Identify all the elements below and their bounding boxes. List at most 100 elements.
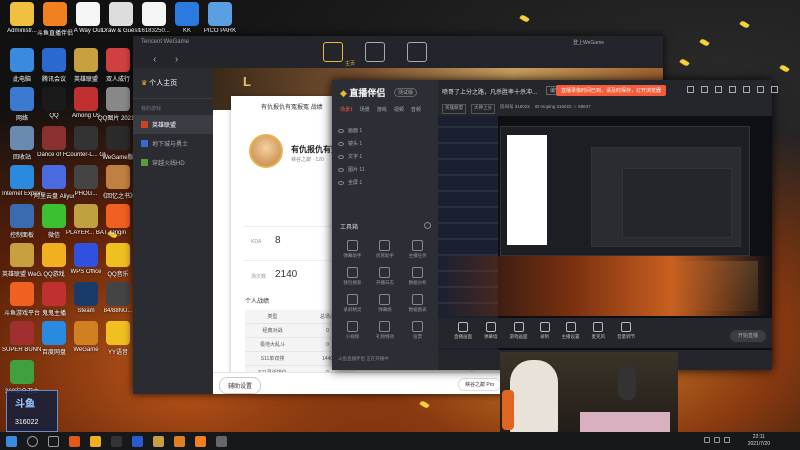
search-icon[interactable]: [27, 435, 38, 447]
ime-icon[interactable]: [724, 437, 730, 443]
forward-arrow-icon[interactable]: ›: [175, 54, 178, 65]
desktop-icon[interactable]: WeGame版: [98, 126, 138, 161]
tool-button[interactable]: 开播日志: [369, 267, 402, 286]
message-icon[interactable]: [715, 86, 722, 93]
tool-button[interactable]: 数据分析: [401, 267, 434, 286]
tab-scene[interactable]: 场景: [360, 106, 370, 113]
eye-icon[interactable]: [338, 154, 344, 159]
douyu-taskbar-icon[interactable]: [195, 435, 206, 447]
category-tag[interactable]: 英雄联盟: [442, 104, 466, 114]
volume-icon[interactable]: [714, 437, 720, 443]
desktop-icon[interactable]: PICO PARK: [200, 2, 240, 34]
eye-icon[interactable]: [338, 180, 344, 185]
desktop-icon[interactable]: YY语音: [98, 321, 138, 356]
tool-button[interactable]: 房管助手: [369, 240, 402, 259]
lol-taskbar-icon[interactable]: [153, 435, 164, 447]
tool-button[interactable]: 小视频: [336, 321, 369, 340]
share-icon[interactable]: [687, 86, 694, 93]
app-icon: [43, 2, 67, 26]
subcategory-tag[interactable]: 大神上分: [471, 104, 495, 114]
wegame-taskbar-icon[interactable]: [174, 435, 185, 447]
scene-item[interactable]: 图片 11: [338, 163, 432, 176]
tool-button[interactable]: 弹幕助手: [336, 240, 369, 259]
desktop-icon-label: QQ图片 20210523...: [98, 116, 138, 122]
tool-icon: [412, 267, 424, 278]
login-label[interactable]: 登上WeGame: [573, 39, 604, 46]
close-icon[interactable]: [771, 86, 778, 93]
scene-item[interactable]: 画面 1: [338, 124, 432, 137]
tool-button[interactable]: 录屏精灵: [336, 294, 369, 313]
desktop-icon[interactable]: Origin: [98, 204, 138, 236]
tool-button[interactable]: 弹幕姬: [369, 294, 402, 313]
notice-banner[interactable]: 直播录像时间已到，请及时保存，打开浏览器: [556, 85, 667, 96]
tab-game[interactable]: 游戏: [377, 106, 387, 113]
eye-icon[interactable]: [338, 128, 344, 133]
desktop-icon[interactable]: QQ音乐: [98, 243, 138, 278]
control-button[interactable]: 麦克风: [592, 322, 605, 344]
control-button[interactable]: 弹幕墙: [484, 322, 498, 344]
eye-icon[interactable]: [338, 141, 344, 146]
desktop-icon[interactable]: QQ图片 20210523...: [98, 87, 138, 122]
douyu-logo: 斗鱼: [15, 399, 35, 410]
desktop-icon[interactable]: 84/88NU...: [98, 282, 138, 314]
sidebar-header[interactable]: ♛ 个人主页: [133, 68, 213, 99]
windows-start-icon[interactable]: [6, 435, 17, 447]
assist-settings-button[interactable]: 辅助设置: [219, 377, 262, 394]
control-button[interactable]: 录制: [539, 322, 550, 344]
leaf-decoration: [699, 37, 710, 48]
room-number: 房间号 316022: [500, 104, 530, 109]
tool-button[interactable]: 投票: [401, 321, 434, 340]
control-button[interactable]: 音量调节: [617, 322, 635, 344]
minimize-icon[interactable]: [743, 86, 750, 93]
scene-tabs: 场景1 场景 游戏 视频 音频: [340, 106, 421, 113]
control-button[interactable]: 主播设置: [562, 322, 580, 344]
task-view-icon[interactable]: [48, 435, 59, 447]
desktop-icon[interactable]: 《回忆之书》: [98, 165, 138, 200]
tab-audio[interactable]: 音频: [411, 106, 421, 113]
taskbar: 22:11 2021/7/20: [0, 432, 800, 450]
scene-item[interactable]: 全屏 1: [338, 176, 432, 189]
sidebar-item-dnf[interactable]: 地下城与勇士: [133, 134, 213, 153]
kk-taskbar-icon[interactable]: [132, 435, 143, 447]
control-button[interactable]: 游戏画面: [510, 322, 528, 344]
tool-button[interactable]: 礼物特效: [369, 321, 402, 340]
app-icon: [106, 165, 130, 189]
tool-button[interactable]: 钱包搜索: [336, 267, 369, 286]
edge-icon[interactable]: [69, 435, 80, 447]
eye-icon[interactable]: [338, 167, 344, 172]
app-icon: [142, 2, 166, 26]
settings-icon[interactable]: [424, 222, 431, 229]
tool-label: 房管助手: [375, 253, 394, 258]
home-icon[interactable]: [323, 42, 343, 62]
app-icon: [10, 126, 34, 150]
clock[interactable]: 22:11 2021/7/20: [748, 434, 770, 448]
network-icon[interactable]: [704, 437, 710, 443]
app-icon: [109, 2, 133, 26]
table-cell: S11单双排: [260, 356, 285, 362]
settings-taskbar-icon[interactable]: [216, 435, 227, 447]
go-live-button[interactable]: 开始直播: [730, 330, 766, 342]
scene-item[interactable]: 镜头 1: [338, 137, 432, 150]
avatar[interactable]: [249, 134, 283, 168]
tool-button[interactable]: 数据图表: [401, 294, 434, 313]
app-icon: [74, 243, 98, 267]
server-chip[interactable]: 峡谷之巅 Pro: [458, 378, 502, 391]
stream-app-window: ◆ 直播伴侣 测试版 场景1 场景 游戏 视频 音频 画面 1 镜头 1 文字 …: [332, 80, 778, 370]
tab-scene-1[interactable]: 场景1: [340, 106, 353, 113]
library-icon[interactable]: [407, 42, 427, 62]
desktop-icon[interactable]: 双人成行: [98, 48, 138, 83]
store-icon[interactable]: [365, 42, 385, 62]
tool-button[interactable]: 主播任务: [401, 240, 434, 259]
steam-taskbar-icon[interactable]: [111, 435, 122, 447]
folder-icon[interactable]: [90, 435, 101, 447]
scene-item[interactable]: 文字 1: [338, 150, 432, 163]
sidebar-item-cf[interactable]: 穿越火线HD: [133, 153, 213, 172]
sidebar-item-lol[interactable]: 英雄联盟: [133, 115, 213, 134]
menu-icon[interactable]: [729, 86, 736, 93]
tab-video[interactable]: 视频: [394, 106, 404, 113]
card-tabs: 有仇报仇有冤报冤 战绩: [261, 105, 323, 111]
control-button[interactable]: 直播画面: [454, 322, 472, 344]
maximize-icon[interactable]: [757, 86, 764, 93]
gift-icon[interactable]: [701, 86, 708, 93]
back-arrow-icon[interactable]: ‹: [153, 54, 156, 65]
